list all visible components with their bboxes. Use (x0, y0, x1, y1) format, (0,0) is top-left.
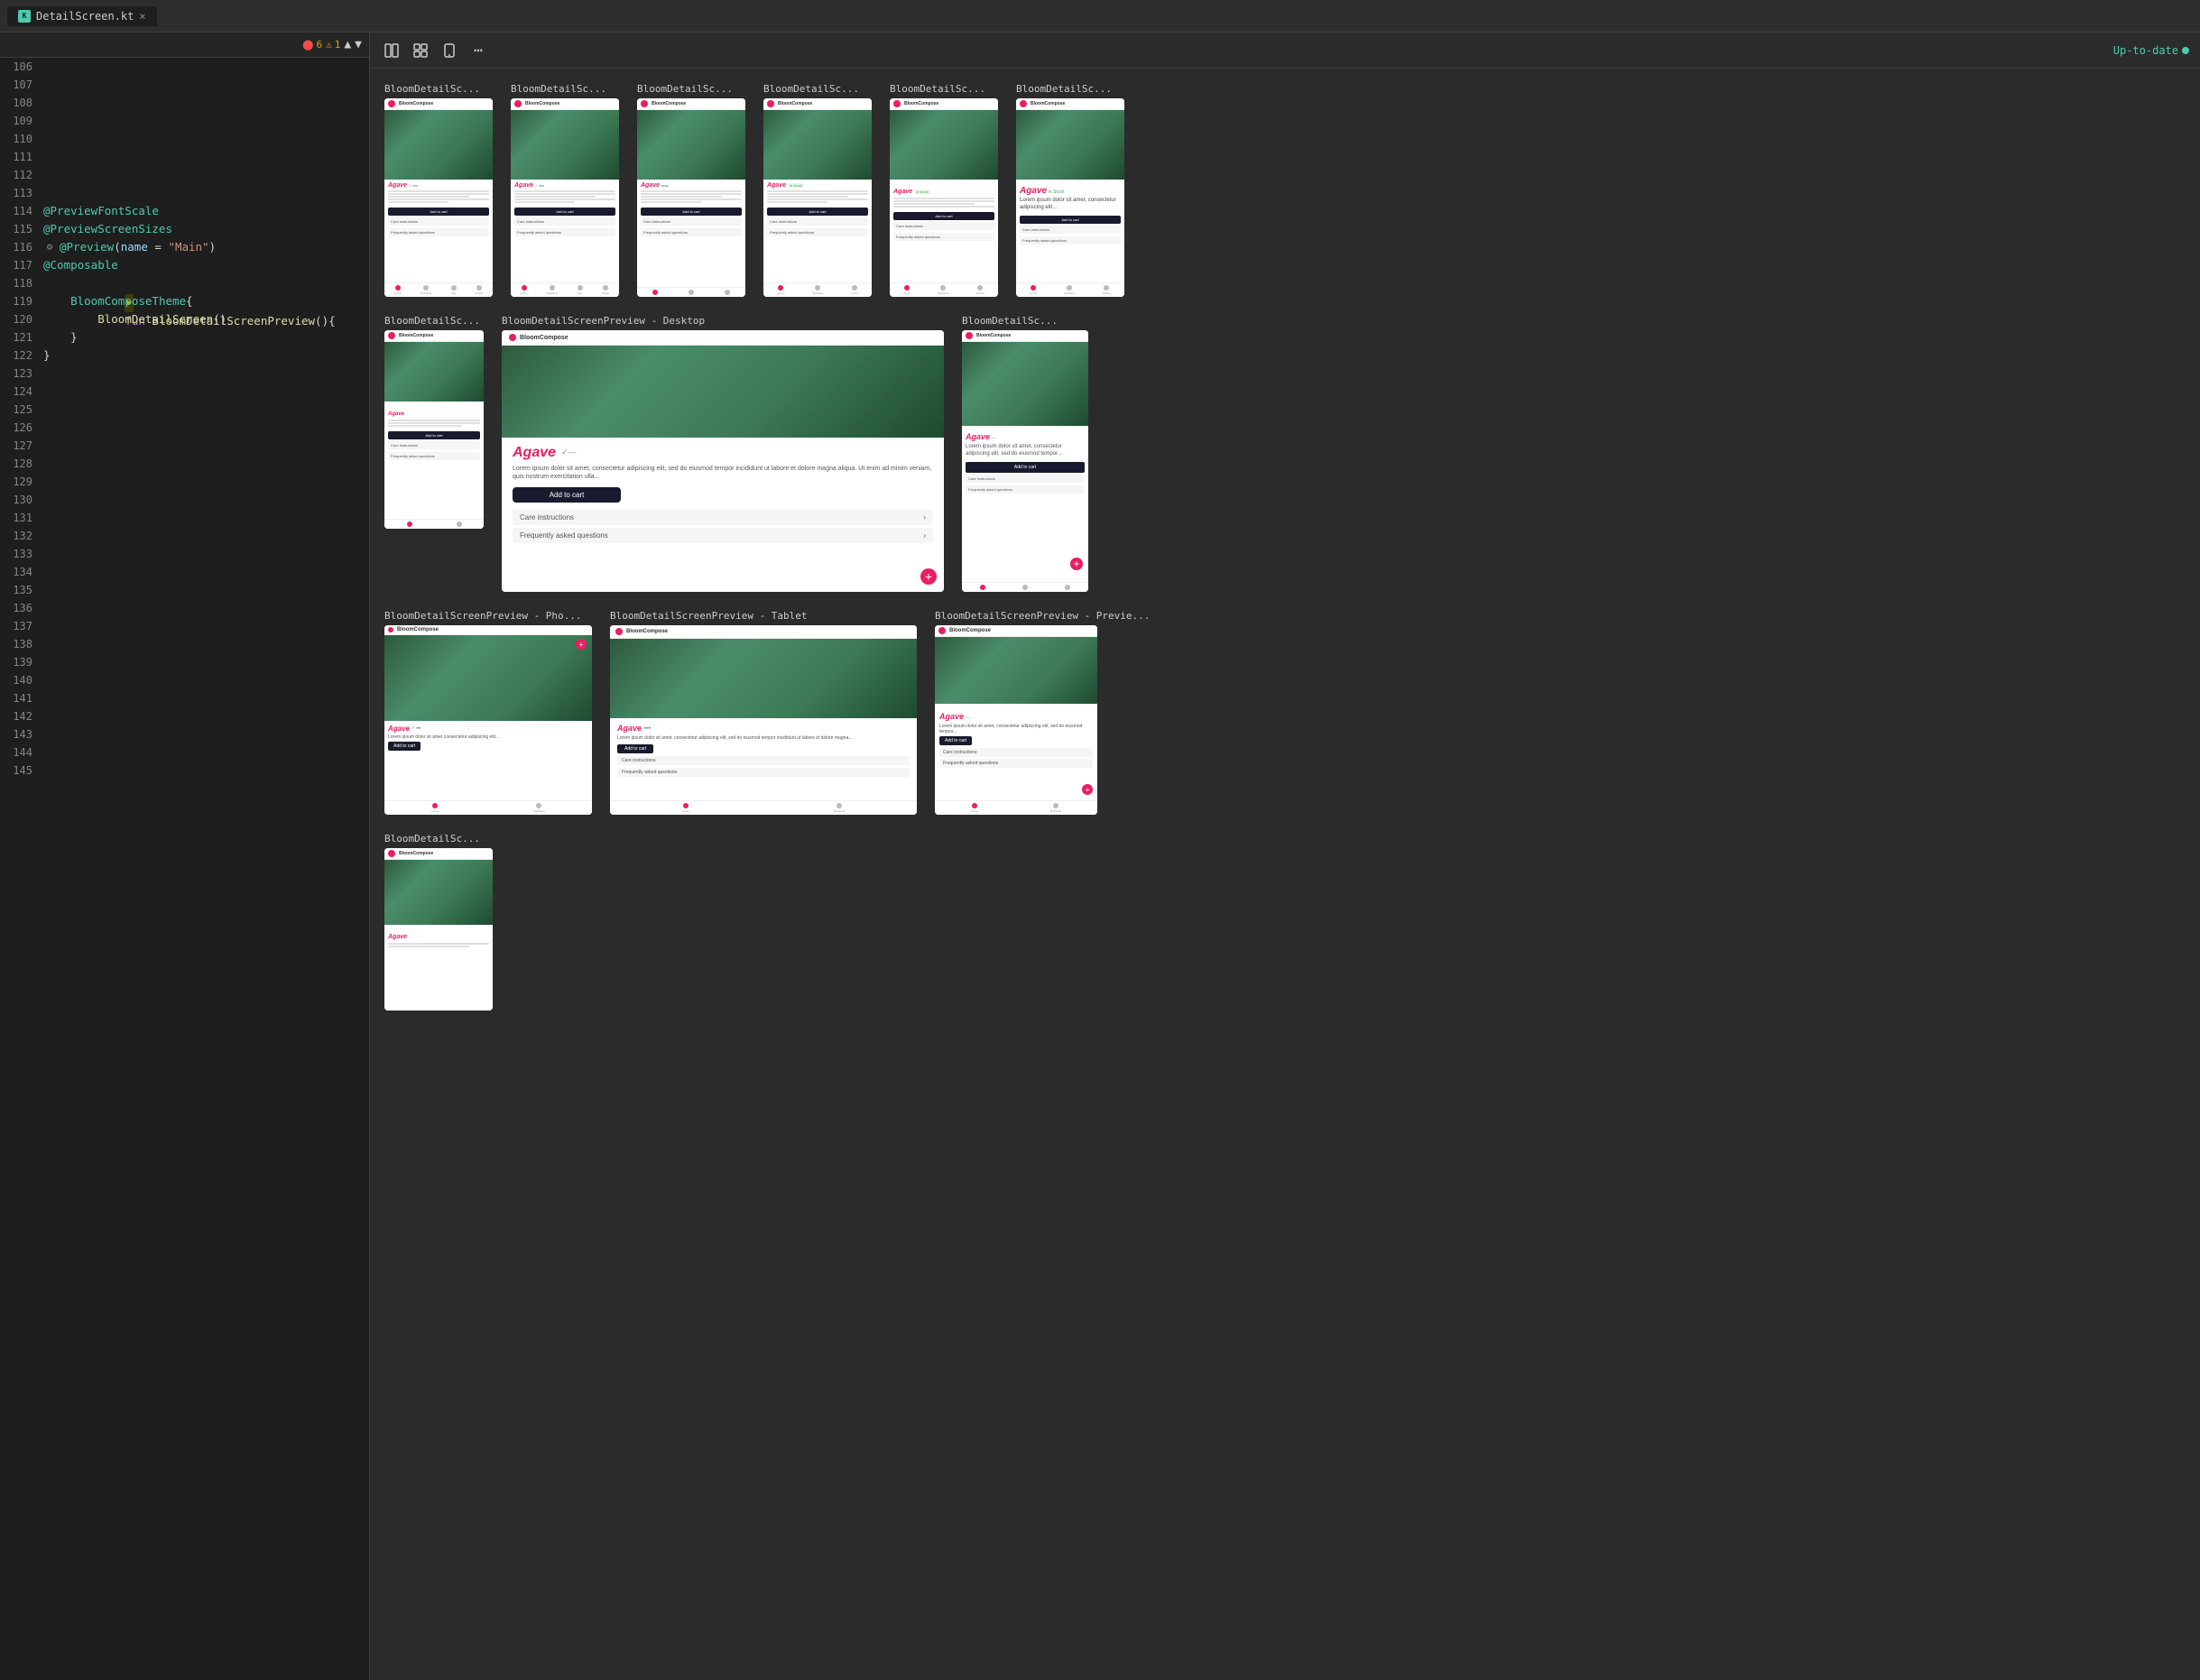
tab-close-button[interactable]: × (139, 10, 145, 23)
preview-card-desktop: BloomDetailScreenPreview - Desktop Bloom… (502, 315, 944, 592)
preview-card-tablet2: BloomDetailScreenPreview - Previe... Blo… (935, 610, 1150, 815)
preview-title-1: BloomDetailSc... (384, 83, 493, 95)
preview-title-7: BloomDetailSc... (384, 315, 484, 327)
code-editor-content: 106107108109110 111112113114115 11611711… (0, 58, 369, 1680)
preview-row-1: BloomDetailSc... BloomCompose Agave ✓ ▸▸… (384, 83, 2186, 297)
tab-bar: K DetailScreen.kt × (0, 0, 2200, 32)
code-toolbar: ⬤ 6 ⚠ 1 ▲ ▼ (0, 32, 369, 58)
preview-title-3: BloomDetailSc... (637, 83, 745, 95)
preview-thumbnail-desktop[interactable]: BloomCompose Agave ✓— Lorem ipsum dolor … (502, 330, 944, 592)
preview-thumbnail-7[interactable]: BloomCompose Agave Add to cart Care inst… (384, 330, 484, 529)
preview-card-6: BloomDetailSc... BloomCompose Agave In S… (1016, 83, 1124, 297)
preview-card-phone: BloomDetailScreenPreview - Pho... BloomC… (384, 610, 592, 815)
preview-card-5: BloomDetailSc... BloomCompose Agavein st… (890, 83, 998, 297)
warning-icon: ⚠ (326, 39, 332, 51)
preview-thumbnail-4[interactable]: BloomCompose Agave in stock (763, 98, 872, 297)
preview-toolbar: ⋯ Up-to-date (370, 32, 2200, 69)
preview-row-2: BloomDetailSc... BloomCompose Agave Add … (384, 315, 2186, 592)
device-view-icon[interactable] (439, 40, 460, 61)
main-layout: ⬤ 6 ⚠ 1 ▲ ▼ 106107108109110 111112113114… (0, 32, 2200, 1680)
preview-title-tablet: BloomDetailScreenPreview - Tablet (610, 610, 917, 622)
preview-card-1: BloomDetailSc... BloomCompose Agave ✓ ▸▸… (384, 83, 493, 297)
preview-title-6: BloomDetailSc... (1016, 83, 1124, 95)
preview-card-2: BloomDetailSc... BloomCompose Agave ✓ ▸▸… (511, 83, 619, 297)
preview-title-tablet2: BloomDetailScreenPreview - Previe... (935, 610, 1150, 622)
settings-gear-icon[interactable]: ⚙ (43, 241, 56, 254)
split-view-icon[interactable] (381, 40, 402, 61)
preview-thumbnail-tablet2[interactable]: BloomCompose Agave — Lorem ipsum dolor s… (935, 625, 1097, 815)
preview-thumbnail-bottom[interactable]: BloomCompose Agave (384, 848, 493, 1011)
preview-card-8: BloomDetailSc... BloomCompose Agave — Lo… (962, 315, 1088, 592)
error-icon: ⬤ (302, 39, 313, 51)
nav-down-button[interactable]: ▼ (355, 38, 362, 51)
nav-up-button[interactable]: ▲ (344, 38, 351, 51)
grid-view-icon[interactable] (410, 40, 431, 61)
status-badge: Up-to-date (2113, 44, 2189, 57)
line-numbers: 106107108109110 111112113114115 11611711… (0, 58, 43, 780)
preview-thumbnail-6[interactable]: BloomCompose Agave In Stock Lorem ipsum … (1016, 98, 1124, 297)
kotlin-file-icon: K (18, 10, 31, 23)
preview-panel: ⋯ Up-to-date BloomDetailSc... BloomCompo… (370, 32, 2200, 1680)
preview-grid-container[interactable]: BloomDetailSc... BloomCompose Agave ✓ ▸▸… (370, 69, 2200, 1680)
warning-count: 1 (335, 39, 341, 51)
preview-card-bottom: BloomDetailSc... BloomCompose Agave (384, 833, 493, 1011)
preview-card-3: BloomDetailSc... BloomCompose Agave ▸▸▸▸ (637, 83, 745, 297)
code-lines: 106107108109110 111112113114115 11611711… (0, 58, 369, 780)
preview-toolbar-icons: ⋯ (381, 40, 489, 61)
status-dot (2182, 47, 2189, 54)
preview-title-2: BloomDetailSc... (511, 83, 619, 95)
code-editor-panel: ⬤ 6 ⚠ 1 ▲ ▼ 106107108109110 111112113114… (0, 32, 370, 1680)
preview-card-4: BloomDetailSc... BloomCompose Agave in s… (763, 83, 872, 297)
preview-title-4: BloomDetailSc... (763, 83, 872, 95)
preview-thumbnail-tablet[interactable]: BloomCompose Agave ▸▸▸ Lorem ipsum dolor… (610, 625, 917, 815)
preview-title-8: BloomDetailSc... (962, 315, 1088, 327)
preview-thumbnail-phone[interactable]: BloomCompose + Agave ✓ ▸▸ Lorem ipsum do… (384, 625, 592, 815)
preview-thumbnail-5[interactable]: BloomCompose Agavein stock Add to cart C… (890, 98, 998, 297)
preview-thumbnail-1[interactable]: BloomCompose Agave ✓ ▸▸▸ (384, 98, 493, 297)
preview-title-desktop: BloomDetailScreenPreview - Desktop (502, 315, 944, 327)
code-text: @PreviewFontScale @PreviewScreenSizes ⚙ … (43, 58, 369, 780)
preview-title-phone: BloomDetailScreenPreview - Pho... (384, 610, 592, 622)
tab-detail-screen[interactable]: K DetailScreen.kt × (7, 6, 157, 26)
preview-thumbnail-3[interactable]: BloomCompose Agave ▸▸▸▸ (637, 98, 745, 297)
preview-thumbnail-2[interactable]: BloomCompose Agave ✓ ▸▸▸ (511, 98, 619, 297)
preview-card-7: BloomDetailSc... BloomCompose Agave Add … (384, 315, 484, 529)
more-options-icon[interactable]: ⋯ (467, 40, 489, 61)
tab-filename: DetailScreen.kt (36, 10, 134, 23)
preview-title-5: BloomDetailSc... (890, 83, 998, 95)
status-text: Up-to-date (2113, 44, 2178, 57)
preview-row-3: BloomDetailScreenPreview - Pho... BloomC… (384, 610, 2186, 815)
error-count: 6 (316, 39, 322, 51)
preview-row-4: BloomDetailSc... BloomCompose Agave (384, 833, 2186, 1011)
warning-badge: ⚠ 1 (326, 39, 340, 51)
error-badge: ⬤ 6 (302, 39, 322, 51)
preview-card-tablet: BloomDetailScreenPreview - Tablet BloomC… (610, 610, 917, 815)
preview-title-bottom: BloomDetailSc... (384, 833, 493, 845)
preview-thumbnail-8[interactable]: BloomCompose Agave — Lorem ipsum dolor s… (962, 330, 1088, 592)
